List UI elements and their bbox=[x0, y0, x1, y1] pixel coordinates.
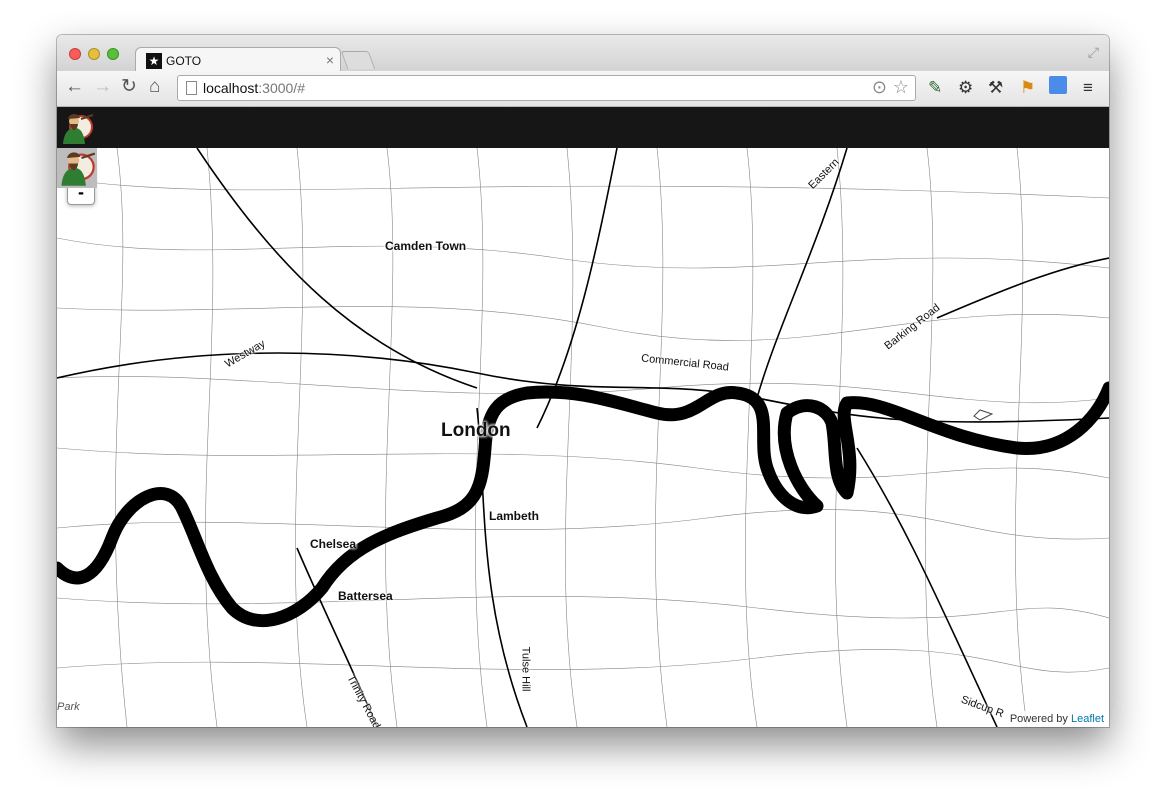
label-camden-town: Camden Town bbox=[385, 239, 467, 253]
menu-icon[interactable]: ≡ bbox=[1083, 78, 1093, 98]
browser-tab[interactable]: ★ GOTO × bbox=[135, 47, 341, 74]
forward-button[interactable]: → bbox=[93, 77, 112, 97]
wrench-icon[interactable]: ⚒ bbox=[988, 78, 1003, 98]
label-park: Park bbox=[57, 701, 80, 713]
address-bar[interactable]: localhost:3000/# ⊙ ☆ bbox=[177, 75, 916, 101]
map-view[interactable]: + - Camden Town London Westway Commercia… bbox=[57, 148, 1109, 727]
map-marker[interactable] bbox=[57, 148, 97, 188]
attribution-text: Powered by bbox=[1009, 713, 1071, 725]
label-chelsea: Chelsea bbox=[310, 537, 357, 551]
close-window-button[interactable] bbox=[69, 48, 81, 60]
back-button[interactable]: ← bbox=[65, 77, 84, 97]
minimize-window-button[interactable] bbox=[88, 48, 100, 60]
label-lambeth: Lambeth bbox=[489, 509, 540, 523]
browser-toolbar: ← → ↻ ⌂ localhost:3000/# ⊙ ☆ ✎ ⚙ ⚒ ⚑ ≡ bbox=[57, 71, 1109, 107]
home-button[interactable]: ⌂ bbox=[149, 77, 160, 97]
bookmark-star-icon[interactable]: ☆ bbox=[893, 77, 909, 98]
reload-button[interactable]: ↻ bbox=[121, 77, 137, 97]
page-icon bbox=[186, 81, 197, 95]
label-battersea: Battersea bbox=[338, 589, 393, 603]
new-tab-button[interactable] bbox=[340, 51, 376, 69]
app-header bbox=[57, 107, 1109, 148]
tab-title: GOTO bbox=[166, 54, 202, 68]
browser-window: ★ GOTO × ⤢ ← → ↻ ⌂ localhost:3000/# ⊙ ☆ … bbox=[57, 35, 1109, 727]
map-tiles bbox=[57, 148, 1109, 727]
river-thames bbox=[57, 381, 1109, 628]
title-bar: ★ GOTO × ⤢ bbox=[57, 35, 1109, 74]
leaflet-link[interactable]: Leaflet bbox=[1071, 713, 1104, 725]
maximize-window-button[interactable] bbox=[107, 48, 119, 60]
fullscreen-icon[interactable]: ⤢ bbox=[1088, 44, 1099, 61]
flag-icon[interactable]: ⚑ bbox=[1020, 78, 1035, 98]
app-logo[interactable] bbox=[59, 110, 95, 146]
google-icon[interactable] bbox=[1049, 76, 1067, 94]
tab-close-icon[interactable]: × bbox=[326, 52, 334, 68]
map-attribution: Powered by Leaflet bbox=[1004, 711, 1109, 727]
gear-icon[interactable]: ⚙ bbox=[958, 78, 973, 98]
star-favicon-icon: ★ bbox=[146, 53, 162, 69]
label-london: London bbox=[441, 420, 511, 441]
location-icon[interactable]: ⊙ bbox=[872, 77, 887, 98]
pen-icon[interactable]: ✎ bbox=[928, 78, 942, 98]
label-tulse-hill: Tulse Hill bbox=[519, 646, 532, 692]
url-text[interactable]: localhost:3000/# bbox=[203, 80, 305, 96]
